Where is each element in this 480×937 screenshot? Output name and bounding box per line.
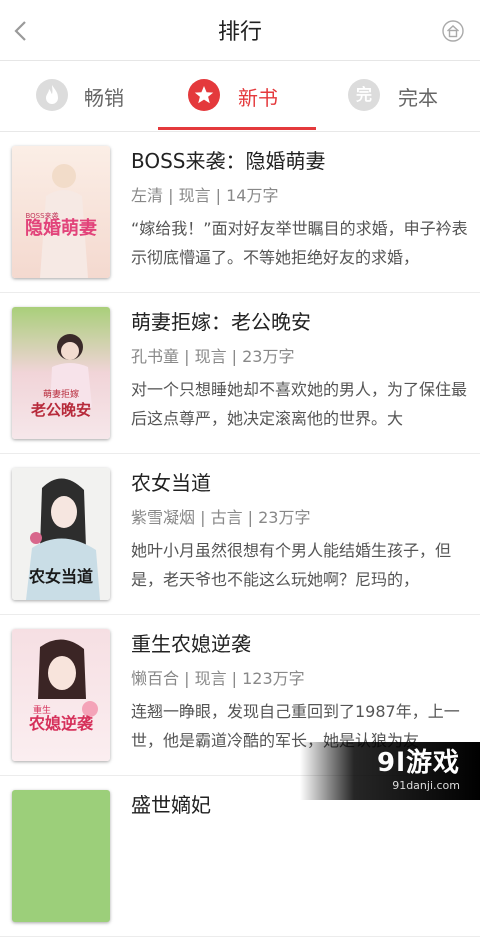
book-cover: 隐婚萌妻 BOSS来袭 xyxy=(12,146,110,278)
star-icon xyxy=(188,79,220,111)
ranking-tabs: 畅销 新书 完 完本 xyxy=(0,61,480,132)
tab-completed[interactable]: 完 完本 xyxy=(320,61,480,131)
svg-text:农媳逆袭: 农媳逆袭 xyxy=(28,714,94,733)
svg-text:隐婚萌妻: 隐婚萌妻 xyxy=(25,217,97,239)
book-title[interactable]: BOSS来袭：隐婚萌妻 xyxy=(131,145,326,174)
book-cover: 农媳逆袭 重生 xyxy=(12,629,110,761)
book-list: 隐婚萌妻 BOSS来袭 BOSS来袭：隐婚萌妻 左清 | 现言 | 14万字 “… xyxy=(0,132,480,937)
book-title[interactable]: 萌妻拒嫁：老公晚安 xyxy=(131,306,311,335)
active-tab-indicator xyxy=(158,127,316,130)
book-meta: 紫雪凝烟 | 古言 | 23万字 xyxy=(131,508,311,527)
book-cover xyxy=(12,790,110,922)
list-item[interactable]: 老公晚安 萌妻拒嫁 萌妻拒嫁：老公晚安 孔书童 | 现言 | 23万字 对一个只… xyxy=(0,293,480,454)
tab-bestseller[interactable]: 畅销 xyxy=(0,61,160,131)
tab-label: 新书 xyxy=(238,86,278,110)
completed-icon: 完 xyxy=(348,79,380,111)
svg-text:老公晚安: 老公晚安 xyxy=(30,401,91,419)
list-item[interactable]: 农女当道 农女当道 紫雪凝烟 | 古言 | 23万字 她叶小月虽然很想有个男人能… xyxy=(0,454,480,615)
watermark-text: 9l游戏 xyxy=(376,748,460,778)
book-cover: 老公晚安 萌妻拒嫁 xyxy=(12,307,110,439)
book-description: “嫁给我！”面对好友举世瞩目的求婚，申子衿表示彻底懵逼了。不等她拒绝好友的求婚， xyxy=(131,219,468,267)
tab-label: 畅销 xyxy=(84,86,124,110)
book-title[interactable]: 农女当道 xyxy=(131,467,211,496)
list-item[interactable]: 隐婚萌妻 BOSS来袭 BOSS来袭：隐婚萌妻 左清 | 现言 | 14万字 “… xyxy=(0,132,480,293)
watermark: 9l游戏 91danji.com xyxy=(300,742,480,800)
book-meta: 孔书童 | 现言 | 23万字 xyxy=(131,347,295,366)
page-title: 排行 xyxy=(217,20,262,45)
book-description: 对一个只想睡她却不喜欢她的男人，为了保住最后这点尊严，她决定滚离他的世界。大 xyxy=(131,380,468,428)
svg-text:BOSS来袭: BOSS来袭 xyxy=(25,211,58,220)
flame-icon xyxy=(36,79,68,111)
watermark-url: 91danji.com xyxy=(392,779,460,792)
book-title[interactable]: 重生农媳逆袭 xyxy=(131,628,251,657)
tab-new-books[interactable]: 新书 xyxy=(160,61,320,131)
book-cover: 农女当道 xyxy=(12,468,110,600)
book-meta: 左清 | 现言 | 14万字 xyxy=(131,186,279,205)
book-title[interactable]: 盛世嫡妃 xyxy=(131,789,211,818)
svg-text:萌妻拒嫁: 萌妻拒嫁 xyxy=(43,388,79,400)
tab-label: 完本 xyxy=(398,86,438,110)
home-icon[interactable] xyxy=(442,20,464,42)
top-bar: 排行 xyxy=(0,0,480,61)
svg-text:重生: 重生 xyxy=(33,704,51,716)
book-description: 她叶小月虽然很想有个男人能结婚生孩子，但是，老天爷也不能这么玩她啊？尼玛的， xyxy=(131,541,452,589)
watermark-logo: 9l游戏 91danji.com xyxy=(377,742,460,792)
list-item[interactable]: 盛世嫡妃 xyxy=(0,776,480,937)
svg-text:农女当道: 农女当道 xyxy=(28,567,93,586)
book-meta: 懒百合 | 现言 | 123万字 xyxy=(131,669,305,688)
